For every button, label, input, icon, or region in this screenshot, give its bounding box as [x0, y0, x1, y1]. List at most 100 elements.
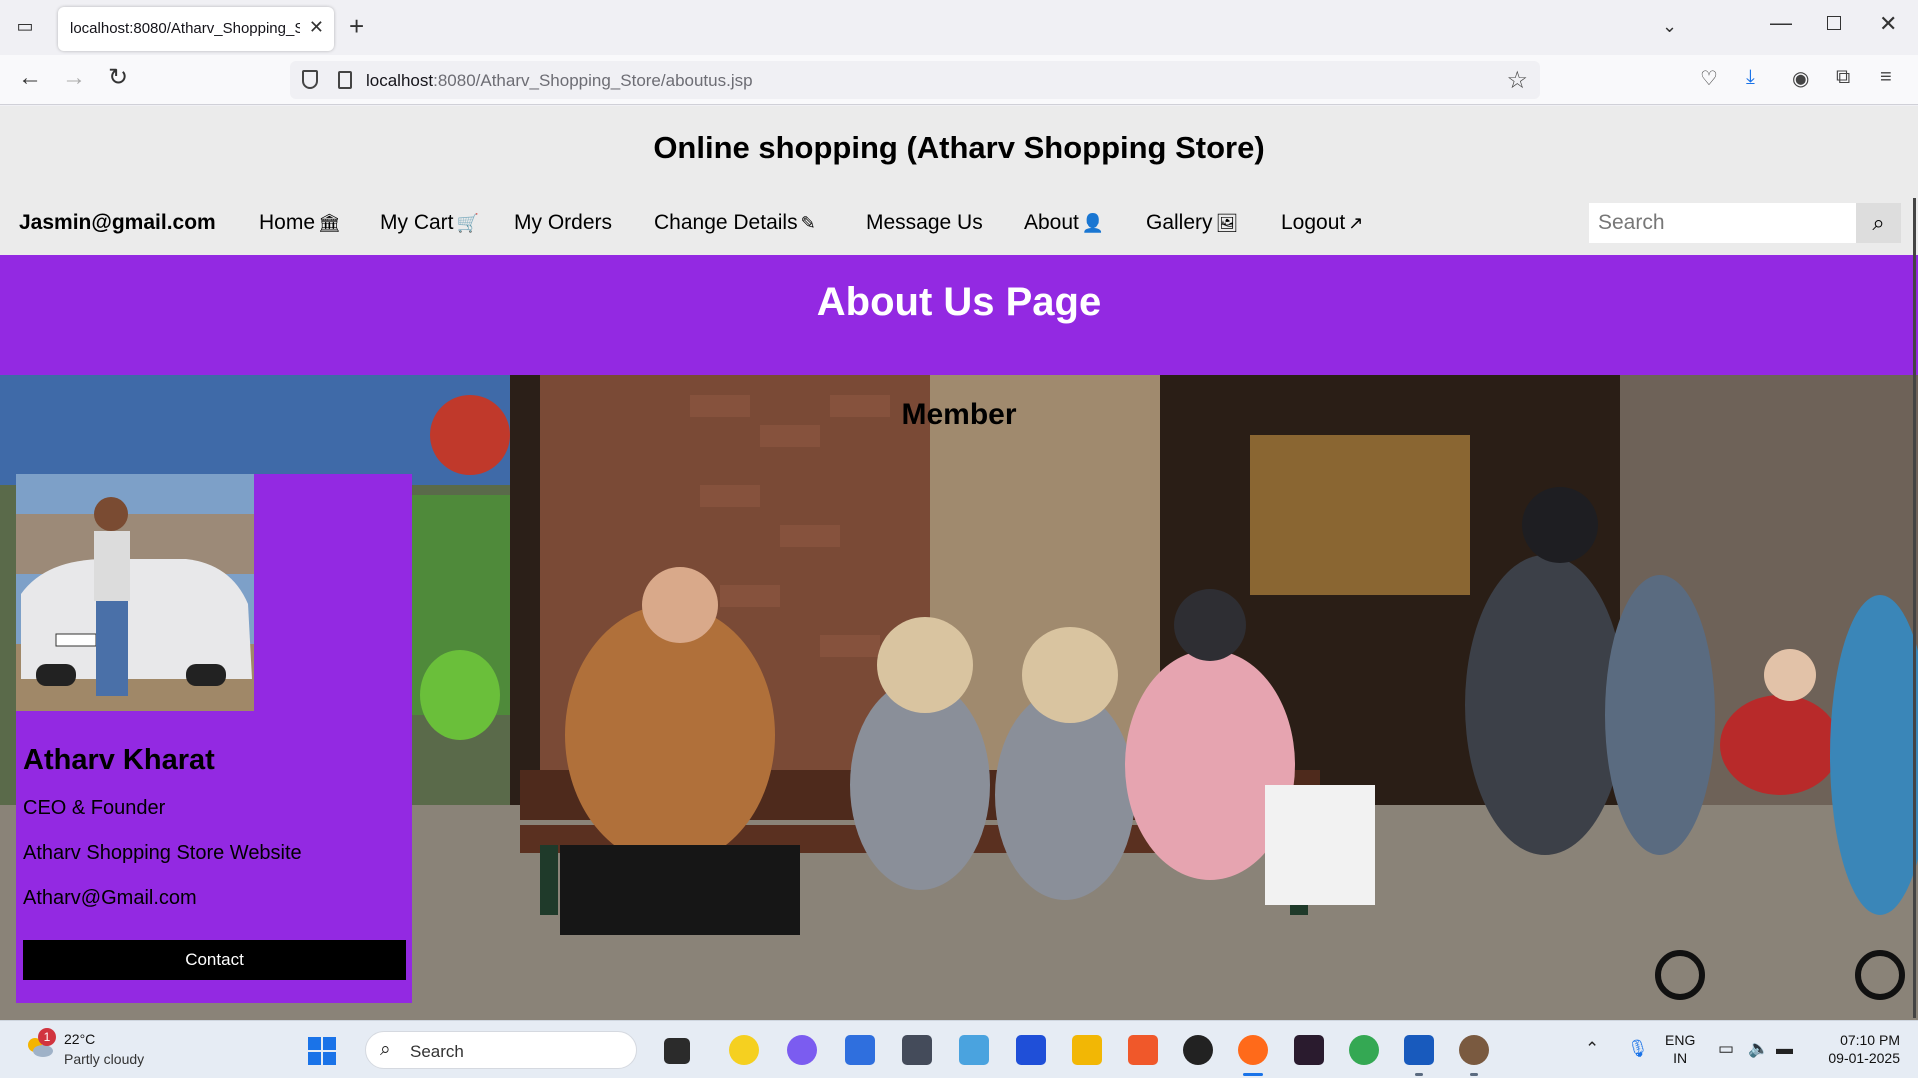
battery-icon[interactable]: ▬ [1776, 1039, 1793, 1059]
member-photo [16, 474, 254, 711]
page-viewport: Online shopping (Atharv Shopping Store) … [0, 106, 1918, 1020]
firefox-icon[interactable] [1238, 1035, 1268, 1065]
tab-close-icon[interactable]: ✕ [309, 17, 324, 38]
address-bar[interactable]: localhost:8080/Atharv_Shopping_Store/abo… [290, 61, 1540, 99]
url-path: :8080/Atharv_Shopping_Store/aboutus.jsp [433, 71, 753, 90]
nav-gallery-link[interactable]: Gallery 🖼 [1146, 211, 1238, 235]
cart-icon: 🛒 [456, 213, 479, 233]
obs-studio-icon[interactable] [1183, 1035, 1213, 1065]
nav-message-us-link[interactable]: Message Us [866, 211, 983, 235]
contact-button[interactable]: Contact [23, 940, 406, 980]
nav-gallery-label: Gallery [1146, 211, 1213, 234]
member-photo-illustration [16, 474, 254, 711]
nav-change-details-label: Change Details [654, 211, 798, 234]
bank-icon: 🏛 [318, 213, 341, 233]
tab-title: localhost:8080/Atharv_Shopping_Store/abo… [70, 20, 300, 37]
nav-home-label: Home [259, 211, 316, 234]
nav-logout-label: Logout [1281, 211, 1346, 234]
search-icon[interactable]: ⌕ [1856, 203, 1901, 243]
extensions-icon[interactable]: ⧉ [1836, 66, 1850, 89]
member-heading: Member [901, 398, 1017, 431]
user-email: Jasmin@gmail.com [19, 211, 216, 234]
volume-icon[interactable]: 🔈 [1748, 1039, 1769, 1059]
url-host: localhost [366, 71, 434, 90]
page-scrollbar[interactable] [1913, 198, 1916, 1018]
background-photo: Member Atharv Kharat CEO & Founder Athar… [0, 375, 1918, 1020]
microsoft-store-icon[interactable] [845, 1035, 875, 1065]
clock-time: 07:10 PM [1840, 1032, 1900, 1048]
task-view-icon[interactable] [664, 1038, 690, 1064]
tab-list-icon[interactable]: ▭ [12, 16, 38, 38]
input-language[interactable]: ENG IN [1665, 1031, 1695, 1067]
windows-taskbar: 1 22°C Partly cloudy ⌕ Search ⌃ 🎙 ENG IN… [0, 1020, 1918, 1078]
system-clock[interactable]: 07:10 PM 09-01-2025 [1810, 1031, 1900, 1067]
weather-notification-badge: 1 [38, 1028, 56, 1046]
browser-tab-strip: ▭ localhost:8080/Atharv_Shopping_Store/a… [0, 0, 1918, 55]
window-restore-button[interactable] [1827, 16, 1841, 30]
member-role: CEO & Founder [23, 797, 166, 819]
network-icon[interactable]: ▭ [1718, 1039, 1734, 1059]
window-minimize-button[interactable]: — [1770, 10, 1792, 36]
chevron-down-icon[interactable]: ⌄ [1662, 16, 1677, 37]
nav-home-link[interactable]: Home 🏛 [259, 211, 341, 235]
page-info-icon[interactable] [338, 71, 352, 89]
nav-about-link[interactable]: About 👤 [1024, 211, 1104, 235]
taskbar-search-box[interactable]: ⌕ Search [365, 1031, 637, 1069]
region-code: IN [1673, 1050, 1688, 1066]
brave-browser-icon[interactable] [1128, 1035, 1158, 1065]
bookmark-star-icon[interactable]: ☆ [1506, 66, 1528, 95]
image-icon: 🖼 [1215, 213, 1239, 233]
browser-toolbar: ← → ↻ localhost:8080/Atharv_Shopping_Sto… [0, 55, 1918, 105]
nav-logout-link[interactable]: Logout ↗ [1281, 211, 1363, 235]
nav-my-cart-label: My Cart [380, 211, 454, 234]
nav-my-orders-link[interactable]: My Orders [514, 211, 612, 235]
url-text[interactable]: localhost:8080/Atharv_Shopping_Store/abo… [366, 71, 753, 91]
taskbar-search-label: Search [410, 1042, 464, 1061]
word-icon[interactable] [1404, 1035, 1434, 1065]
pocket-icon[interactable]: ♡ [1700, 66, 1718, 91]
code-editor-icon[interactable] [1016, 1035, 1046, 1065]
clock-date: 09-01-2025 [1828, 1050, 1900, 1066]
edit-icon: ✎ [800, 213, 816, 233]
downloads-icon[interactable]: ⤓ [1746, 66, 1755, 89]
nav-change-details-link[interactable]: Change Details ✎ [654, 211, 816, 235]
member-company: Atharv Shopping Store Website [23, 842, 302, 864]
share-icon: ↗ [1348, 213, 1364, 233]
site-navigation: Jasmin@gmail.com Home 🏛 My Cart 🛒 My Order… [0, 201, 1918, 261]
word-running-indicator [1415, 1073, 1423, 1076]
virtualbox-icon[interactable] [902, 1035, 932, 1065]
reload-icon[interactable]: ↻ [108, 65, 128, 91]
media-app-icon[interactable] [1294, 1035, 1324, 1065]
member-name: Atharv Kharat [23, 744, 215, 776]
hero-banner: About Us Page [0, 255, 1918, 375]
language-code: ENG [1665, 1032, 1696, 1048]
chevron-up-icon[interactable]: ⌃ [1585, 1039, 1599, 1059]
firefox-active-indicator [1243, 1073, 1263, 1076]
site-title: Online shopping (Atharv Shopping Store) [653, 130, 1265, 165]
hero-title: About Us Page [816, 280, 1102, 324]
windows-start-icon[interactable] [308, 1037, 336, 1065]
copilot-icon[interactable] [787, 1035, 817, 1065]
microphone-icon[interactable]: 🎙 [1627, 1039, 1649, 1059]
address-book-icon: 👤 [1081, 213, 1105, 233]
account-icon[interactable]: ◉ [1792, 66, 1809, 91]
member-card: Atharv Kharat CEO & Founder Atharv Shopp… [16, 474, 412, 1003]
widgets-icon[interactable] [729, 1035, 759, 1065]
site-search-input[interactable] [1589, 203, 1856, 243]
window-close-button[interactable]: ✕ [1879, 11, 1897, 37]
new-tab-button[interactable]: + [349, 13, 364, 39]
app-icon[interactable] [1459, 1035, 1489, 1065]
file-explorer-icon[interactable] [1072, 1035, 1102, 1065]
weather-temperature[interactable]: 22°C [64, 1031, 95, 1047]
weather-description[interactable]: Partly cloudy [64, 1051, 144, 1067]
forward-arrow-icon[interactable]: → [62, 65, 86, 91]
nav-my-cart-link[interactable]: My Cart 🛒 [380, 211, 479, 235]
browser-tab-active[interactable]: localhost:8080/Atharv_Shopping_Store/abo… [58, 7, 334, 51]
tracking-shield-icon[interactable] [302, 70, 318, 89]
back-arrow-icon[interactable]: ← [18, 65, 42, 91]
menu-icon[interactable]: ≡ [1880, 66, 1892, 89]
chrome-icon[interactable] [1349, 1035, 1379, 1065]
control-panel-icon[interactable] [959, 1035, 989, 1065]
nav-about-label: About [1024, 211, 1079, 234]
member-email: Atharv@Gmail.com [23, 887, 197, 909]
